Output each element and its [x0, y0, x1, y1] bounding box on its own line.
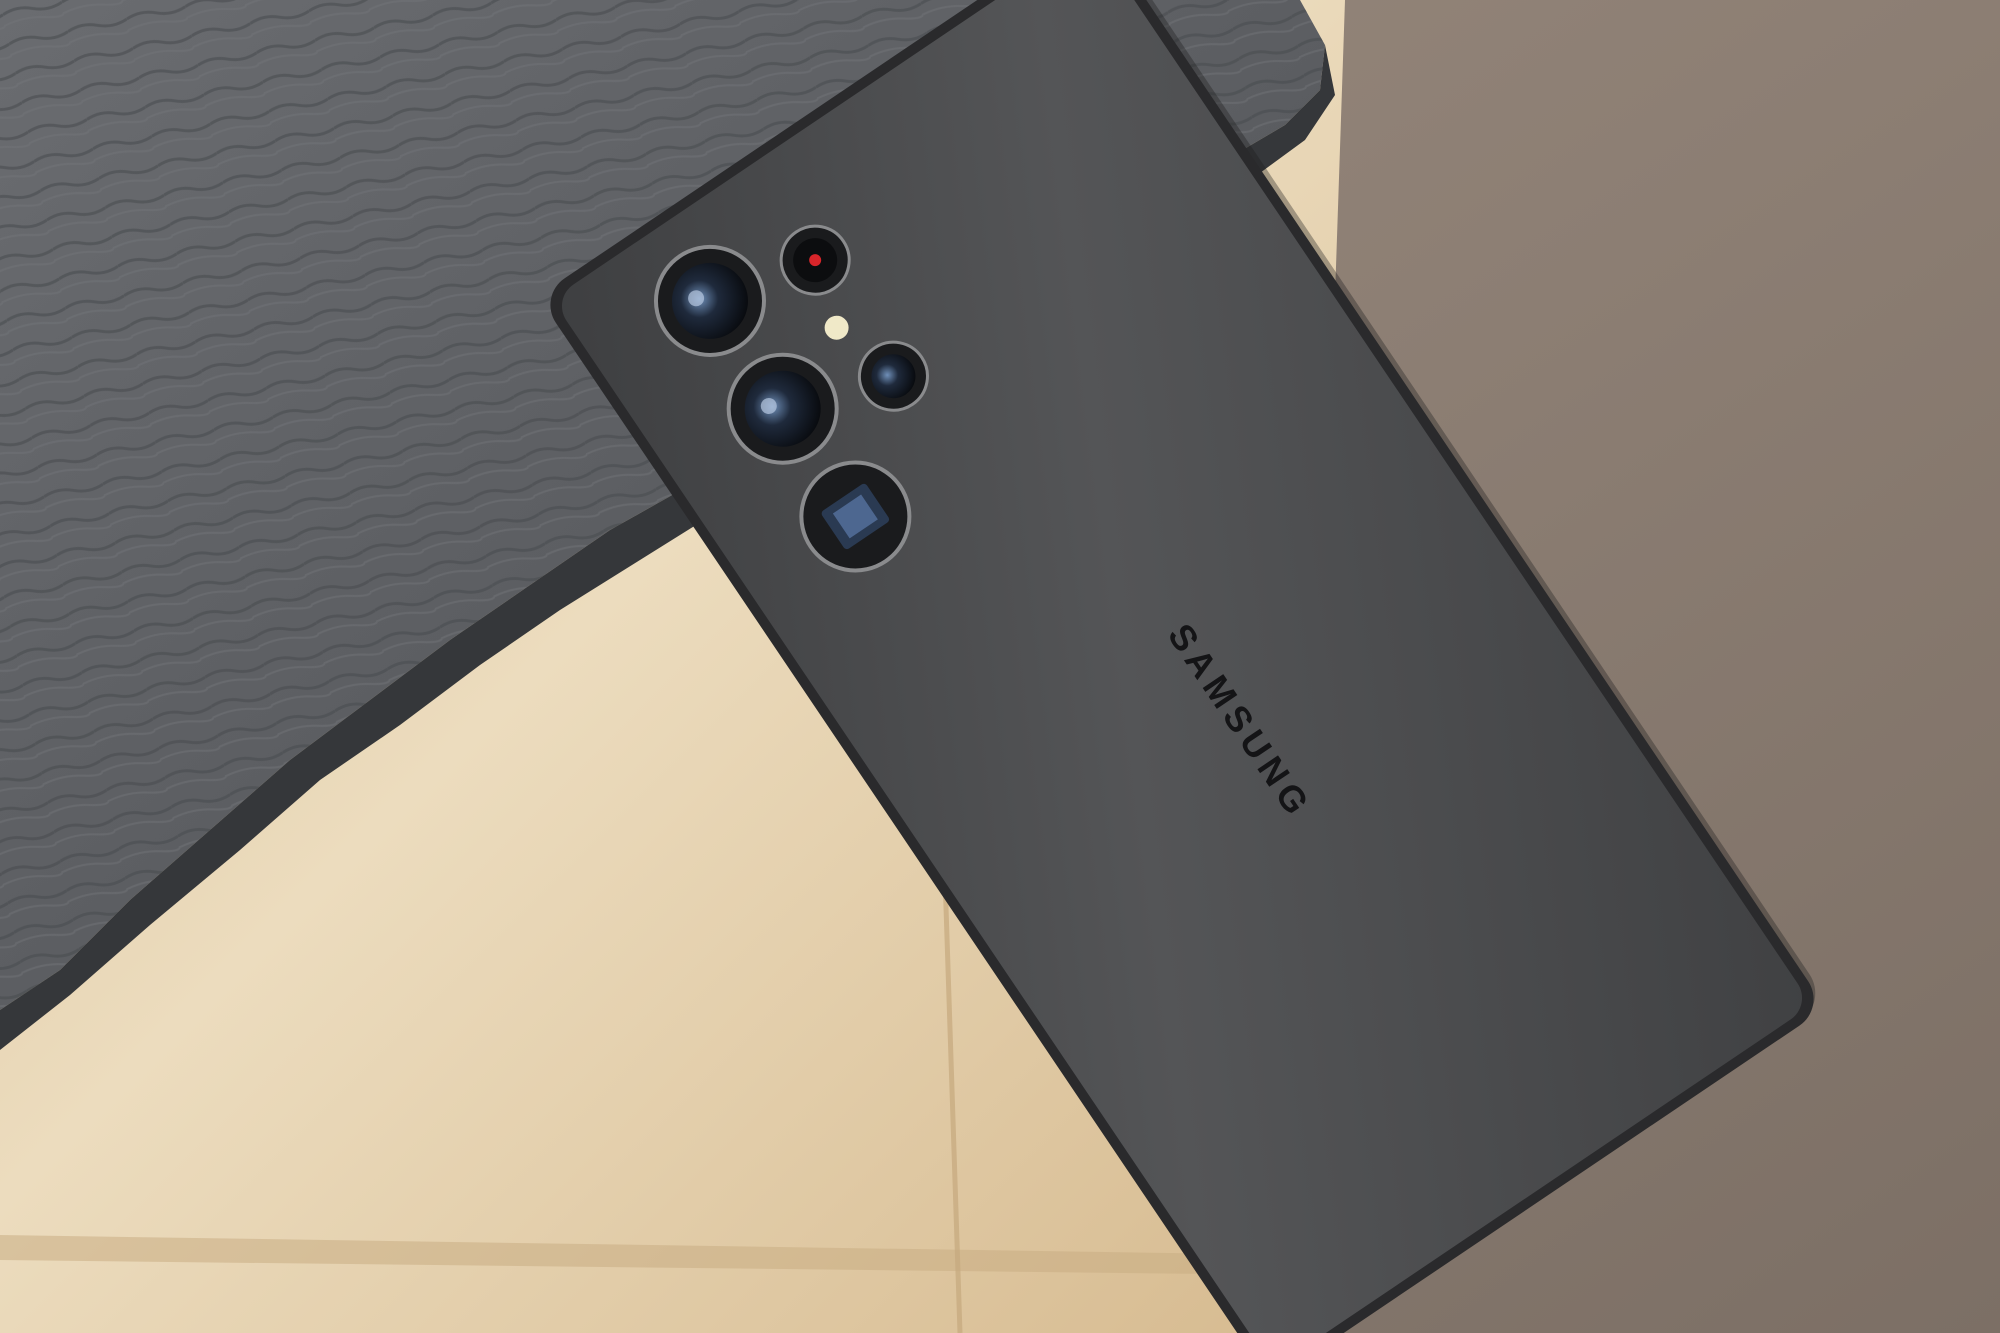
photo-canvas: SAMSUNG [0, 0, 2000, 1333]
photo-scene: SAMSUNG [0, 0, 2000, 1333]
